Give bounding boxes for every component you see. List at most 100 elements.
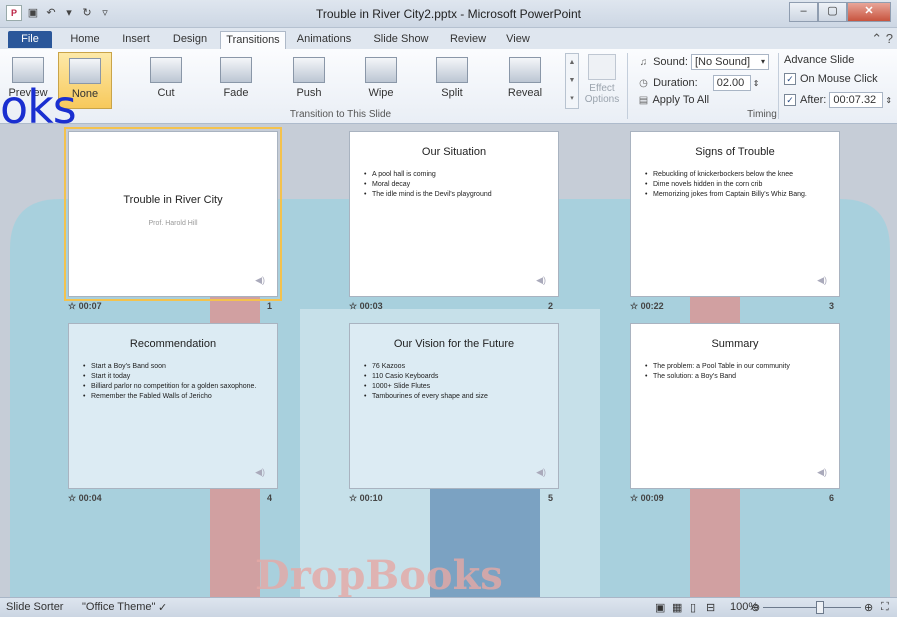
effect-options-button[interactable]: Effect Options (582, 52, 622, 107)
transition-reveal-label: Reveal (507, 87, 543, 99)
slide-title: Recommendation (129, 338, 217, 350)
tab-view[interactable]: View (500, 31, 536, 48)
speaker-icon: ◀) (817, 467, 827, 477)
transition-push-label: Push (296, 87, 322, 99)
slide-bullet: Start a Boy's Band soon (83, 362, 269, 371)
tab-transitions[interactable]: Transitions (220, 31, 286, 49)
transition-icon[interactable]: ☆ (349, 493, 360, 503)
gallery-scroll[interactable]: ▲ ▼ ▾ (565, 53, 579, 109)
apply-all-icon: ▤ (638, 95, 649, 106)
help-icon[interactable]: ⌃ ? (871, 31, 893, 47)
after-checkbox[interactable]: ✓ (784, 94, 796, 106)
zoom-slider-thumb[interactable] (816, 601, 824, 614)
slide-time: 00:07 (78, 301, 102, 311)
tab-slide-show[interactable]: Slide Show (368, 31, 434, 48)
transition-fade-button[interactable]: Fade (210, 52, 262, 107)
chevron-down-icon: ▾ (760, 57, 765, 66)
transition-icon[interactable]: ☆ (630, 301, 641, 311)
title-bar: P ▣ ↶ ▾ ↻ ▿ Trouble in River City2.pptx … (0, 0, 897, 28)
slide-thumbnail[interactable]: Recommendation Start a Boy's Band soonSta… (68, 323, 278, 489)
tab-design[interactable]: Design (167, 31, 213, 48)
slide-number: 6 (828, 493, 834, 503)
on-mouse-click-label: On Mouse Click (800, 73, 878, 85)
slide-title: Signs of Trouble (695, 146, 775, 158)
slide-thumbnail[interactable]: Summary The problem: a Pool Table in our … (630, 323, 840, 489)
transition-wipe-button[interactable]: Wipe (355, 52, 407, 107)
transition-wipe-icon (365, 57, 397, 83)
slide-timing: ☆ 00:03 (349, 301, 383, 312)
fit-to-window-icon[interactable]: ⛶ (881, 601, 889, 614)
transition-icon[interactable]: ☆ (68, 493, 79, 503)
ribbon-separator (627, 53, 628, 119)
timing-group-label: Timing (747, 109, 777, 120)
transition-cut-button[interactable]: Cut (140, 52, 192, 107)
slide-thumbnail[interactable]: Our Vision for the Future 76 Kazoos110 Ca… (349, 323, 559, 489)
duration-spinner-icon[interactable]: ⇕ (753, 79, 760, 88)
zoom-out-icon[interactable]: ⊖ (751, 601, 760, 614)
slide-bullet: Tambourines of every shape and size (364, 392, 550, 401)
after-spinner-icon[interactable]: ⇕ (885, 96, 892, 105)
effect-options-label: Effect Options (584, 83, 620, 105)
transition-none-label: None (71, 88, 99, 100)
speaker-icon: ◀) (536, 275, 546, 285)
tab-review[interactable]: Review (443, 31, 493, 48)
slide-bullets: Rebuckling of knickerbockers below the k… (645, 170, 831, 200)
transition-push-button[interactable]: Push (283, 52, 335, 107)
on-mouse-click-checkbox[interactable]: ✓ (784, 73, 796, 86)
normal-view-icon[interactable]: ▣ (655, 601, 665, 614)
on-mouse-click-row[interactable]: ✓ On Mouse Click (784, 73, 878, 86)
duration-row: ◷ Duration: 02.00 ⇕ (637, 75, 759, 91)
zoom-in-icon[interactable]: ⊕ (864, 601, 873, 614)
slide-bullet: The solution: a Boy's Band (645, 372, 831, 381)
tab-home[interactable]: Home (63, 31, 107, 48)
transition-reveal-icon (509, 57, 541, 83)
slide-bullet: The idle mind is the Devil's playground (364, 190, 550, 199)
theme-name[interactable]: "Office Theme" (82, 601, 155, 613)
spell-check-icon[interactable]: ✓ (158, 601, 167, 614)
duration-input[interactable]: 02.00 (712, 75, 751, 91)
transition-cut-icon (150, 57, 182, 83)
speaker-icon: ◀) (536, 467, 546, 477)
slide-timing: ☆ 00:04 (68, 493, 102, 504)
slide-thumbnail[interactable]: Our Situation A pool hall is comingMoral … (349, 131, 559, 297)
overlay-text: oks (0, 80, 77, 134)
transition-split-button[interactable]: Split (426, 52, 478, 107)
transition-reveal-button[interactable]: Reveal (499, 52, 551, 107)
slide-thumbnail[interactable]: Signs of Trouble Rebuckling of knickerboc… (630, 131, 840, 297)
after-input[interactable]: 00:07.32 (829, 92, 884, 108)
after-label: After: (800, 93, 827, 106)
slide-subtitle: Prof. Harold Hill (148, 220, 198, 227)
slide-time: 00:09 (640, 493, 664, 503)
transition-icon[interactable]: ☆ (630, 493, 641, 503)
sound-dropdown[interactable]: [No Sound] ▾ (691, 54, 769, 70)
slide-thumbnail[interactable]: Trouble in River City Prof. Harold Hill ◀) (64, 127, 282, 301)
tab-animations[interactable]: Animations (289, 31, 359, 48)
after-row: ✓ After: 00:07.32 ⇕ (784, 92, 892, 108)
slide-sorter-pane[interactable]: DropBooks Trouble in River City Prof. Har… (0, 124, 897, 597)
transition-icon[interactable]: ☆ (68, 301, 79, 311)
status-bar: Slide Sorter "Office Theme" ✓ ▣ ▦ ▯ ⊟ 10… (0, 597, 897, 617)
close-button[interactable]: ✕ (847, 2, 891, 22)
tab-file[interactable]: File (8, 31, 52, 48)
transition-split-icon (436, 57, 468, 83)
slide-bullet: The problem: a Pool Table in our communi… (645, 362, 831, 371)
slide-show-icon[interactable]: ⊟ (706, 601, 715, 614)
slide-meta: ☆ 00:07 1 (68, 301, 278, 315)
slide-number: 1 (266, 301, 272, 311)
transition-fade-icon (220, 57, 252, 83)
slide-bullet: Dime novels hidden in the corn crib (645, 180, 831, 189)
transition-icon[interactable]: ☆ (349, 301, 360, 311)
apply-all-button[interactable]: ▤ Apply To All (637, 94, 709, 106)
maximize-button[interactable]: ▢ (818, 2, 847, 22)
window-title: Trouble in River City2.pptx - Microsoft … (316, 7, 581, 21)
sound-label: Sound: (653, 55, 688, 68)
tab-insert[interactable]: Insert (114, 31, 158, 48)
zoom-slider[interactable] (763, 607, 861, 608)
sound-row: ♫ Sound: [No Sound] ▾ (637, 54, 769, 70)
minimize-button[interactable]: – (789, 2, 818, 22)
apply-all-label: Apply To All (652, 94, 710, 106)
slide-number: 5 (547, 493, 553, 503)
reading-view-icon[interactable]: ▯ (690, 601, 696, 614)
ribbon: Preview None Cut Fade Push Wipe Split Re… (0, 49, 897, 124)
slide-sorter-view-icon[interactable]: ▦ (672, 601, 682, 614)
